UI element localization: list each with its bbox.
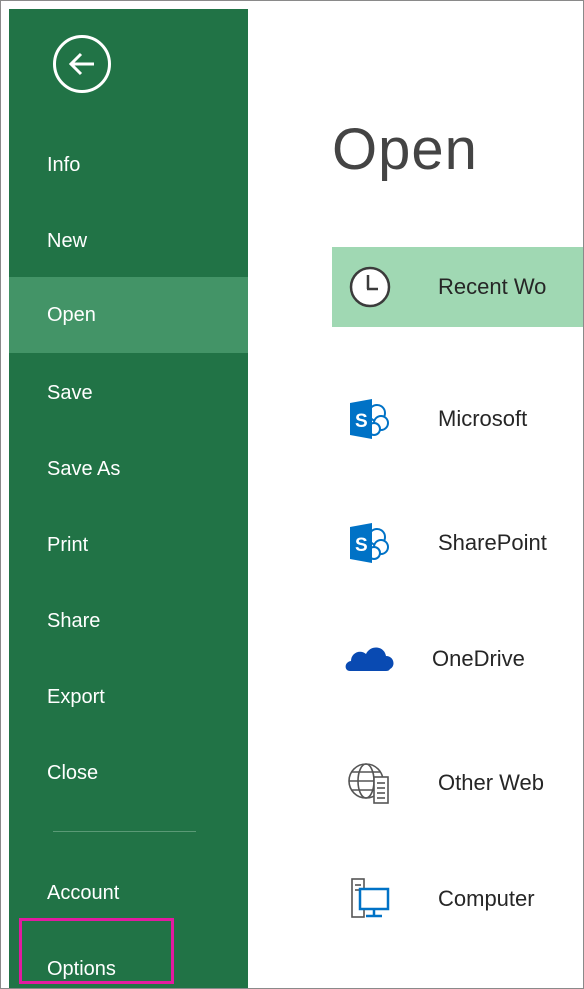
nav-item-save-as[interactable]: Save As [9,431,248,507]
nav-item-save[interactable]: Save [9,355,248,431]
nav-item-export[interactable]: Export [9,659,248,735]
computer-icon [351,878,390,918]
open-pane: Open Recent Wo S Microsoft S SharePoint … [248,9,583,988]
nav-item-options[interactable]: Options [9,931,248,988]
place-computer[interactable]: Computer [332,859,583,939]
nav-item-open[interactable]: Open [9,277,248,353]
nav-item-print[interactable]: Print [9,507,248,583]
globe-icon [348,763,389,804]
svg-text:S: S [355,535,368,556]
nav-item-close[interactable]: Close [9,735,248,811]
back-arrow-icon [68,52,94,76]
place-label: Recent Wo [438,274,547,299]
place-microsoft-sharepoint[interactable]: S Microsoft [332,379,583,459]
place-recent-workbooks[interactable]: Recent Wo [332,247,583,327]
place-label: Computer [438,886,535,911]
nav-item-share[interactable]: Share [9,583,248,659]
nav-item-new[interactable]: New [9,203,248,279]
place-other-web-locations[interactable]: Other Web [332,743,583,823]
place-sharepoint[interactable]: S SharePoint [332,503,583,583]
place-label: Other Web [438,770,544,795]
sidebar-divider [53,831,196,832]
clock-icon [349,266,391,308]
place-label: Microsoft [438,406,528,431]
page-title: Open [332,117,478,182]
backstage-window: Info New Open Save Save As Print Share E… [0,0,584,989]
place-onedrive[interactable]: OneDrive [332,619,583,699]
nav-item-info[interactable]: Info [9,127,248,203]
sharepoint-icon: S [350,399,389,439]
nav-item-account[interactable]: Account [9,855,248,931]
place-label: SharePoint [438,530,547,555]
back-button[interactable] [53,35,111,93]
cloud-icon [345,647,394,671]
sharepoint-icon: S [350,523,389,563]
place-label: OneDrive [432,646,525,671]
svg-text:S: S [355,411,368,432]
backstage-sidebar: Info New Open Save Save As Print Share E… [9,9,248,988]
